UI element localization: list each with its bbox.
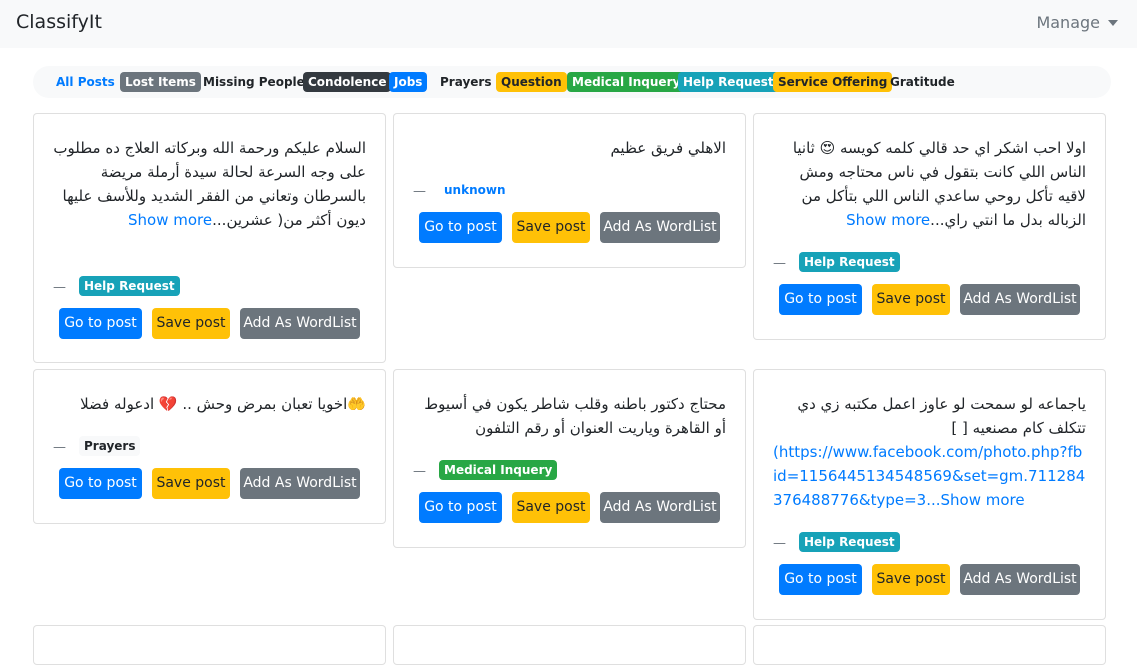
add-as-wordlist-button[interactable]: Add As WordList [600, 492, 720, 523]
post-body-text: 🤲اخويا تعبان بمرض وحش .. 💔 ادعوله فضلا [80, 395, 366, 413]
show-more-link[interactable]: Show more [941, 491, 1025, 509]
go-to-post-button[interactable]: Go to post [59, 468, 142, 499]
go-to-post-button[interactable]: Go to post [419, 212, 502, 243]
show-more-link[interactable]: Show more [128, 211, 212, 229]
category-badge: Prayers [79, 436, 141, 456]
author-dash: — [413, 184, 426, 199]
add-as-wordlist-button[interactable]: Add As WordList [240, 468, 360, 499]
post-card: 🤲اخويا تعبان بمرض وحش .. 💔 ادعوله فضلا —… [33, 369, 386, 524]
author-dash: — [773, 536, 786, 551]
author-dash: — [53, 440, 66, 455]
go-to-post-button[interactable]: Go to post [779, 284, 862, 315]
go-to-post-button[interactable]: Go to post [419, 492, 502, 523]
filter-gratitude[interactable]: Gratitude [885, 72, 960, 92]
manage-label: Manage [1036, 13, 1100, 32]
post-text: محتاج دكتور باطنه وقلب شاطر يكون في أسيو… [413, 392, 726, 440]
filter-medical-inquery[interactable]: Medical Inquery [567, 72, 686, 92]
save-post-button[interactable]: Save post [152, 468, 230, 499]
post-text: ياجماعه لو سمحت لو عاوز اعمل مكتبه زي دي… [773, 392, 1086, 440]
filter-jobs[interactable]: Jobs [389, 72, 428, 92]
filter-help-request[interactable]: Help Request [678, 72, 779, 92]
filter-missing-people[interactable]: Missing People [198, 72, 310, 92]
post-card-partial [753, 625, 1106, 665]
filter-prayers[interactable]: Prayers [435, 72, 496, 92]
filter-service-offering[interactable]: Service Offering [773, 72, 893, 92]
add-as-wordlist-button[interactable]: Add As WordList [240, 308, 360, 339]
post-body-text: الاهلي فريق عظيم [610, 139, 726, 157]
add-as-wordlist-button[interactable]: Add As WordList [960, 564, 1080, 595]
save-post-button[interactable]: Save post [872, 564, 950, 595]
go-to-post-button[interactable]: Go to post [779, 564, 862, 595]
manage-dropdown[interactable]: Manage [1036, 13, 1118, 32]
post-card: الاهلي فريق عظيم — unknown Go to post Sa… [393, 113, 746, 268]
filter-all-posts[interactable]: All Posts [51, 72, 120, 92]
navbar: ClassifyIt Manage [0, 0, 1137, 48]
post-card: اولا احب اشكر اي حد قالي كلمه كويسه 😍 ثا… [753, 113, 1106, 340]
filter-question[interactable]: Question [496, 72, 567, 92]
post-card-partial [33, 625, 386, 665]
post-text: السلام عليكم ورحمة الله وبركاته العلاج د… [53, 136, 366, 232]
author-dash: — [53, 280, 66, 295]
post-card: ياجماعه لو سمحت لو عاوز اعمل مكتبه زي دي… [753, 369, 1106, 620]
filter-lost-items[interactable]: Lost Items [120, 72, 201, 92]
category-badge: Help Request [79, 276, 180, 296]
category-badge: Help Request [799, 252, 900, 272]
add-as-wordlist-button[interactable]: Add As WordList [960, 284, 1080, 315]
post-text: الاهلي فريق عظيم [413, 136, 726, 160]
save-post-button[interactable]: Save post [152, 308, 230, 339]
save-post-button[interactable]: Save post [512, 492, 590, 523]
post-body-text: محتاج دكتور باطنه وقلب شاطر يكون في أسيو… [424, 395, 726, 437]
caret-down-icon [1108, 19, 1118, 26]
post-body-text: ياجماعه لو سمحت لو عاوز اعمل مكتبه زي دي… [797, 395, 1086, 437]
author-dash: — [413, 464, 426, 479]
category-badge: Help Request [799, 532, 900, 552]
category-badge: unknown [444, 183, 506, 197]
post-card: محتاج دكتور باطنه وقلب شاطر يكون في أسيو… [393, 369, 746, 548]
facebook-link[interactable]: (https://www.facebook.com/photo.php?fbid… [773, 443, 1085, 509]
category-filter-bar: All Posts Lost Items Missing People Cond… [33, 66, 1111, 98]
post-card-partial [393, 625, 746, 665]
author-dash: — [773, 256, 786, 271]
brand-logo[interactable]: ClassifyIt [16, 11, 102, 33]
post-body-text: اولا احب اشكر اي حد قالي كلمه كويسه 😍 ثا… [792, 139, 1086, 229]
category-badge: Medical Inquery [439, 460, 558, 480]
post-text: اولا احب اشكر اي حد قالي كلمه كويسه 😍 ثا… [773, 136, 1086, 232]
go-to-post-button[interactable]: Go to post [59, 308, 142, 339]
post-link-text: (https://www.facebook.com/photo.php?fbid… [773, 440, 1086, 512]
show-more-link[interactable]: Show more [846, 211, 930, 229]
save-post-button[interactable]: Save post [872, 284, 950, 315]
post-card: السلام عليكم ورحمة الله وبركاته العلاج د… [33, 113, 386, 363]
save-post-button[interactable]: Save post [512, 212, 590, 243]
filter-condolence[interactable]: Condolence [303, 72, 392, 92]
post-text: 🤲اخويا تعبان بمرض وحش .. 💔 ادعوله فضلا [53, 392, 366, 416]
add-as-wordlist-button[interactable]: Add As WordList [600, 212, 720, 243]
